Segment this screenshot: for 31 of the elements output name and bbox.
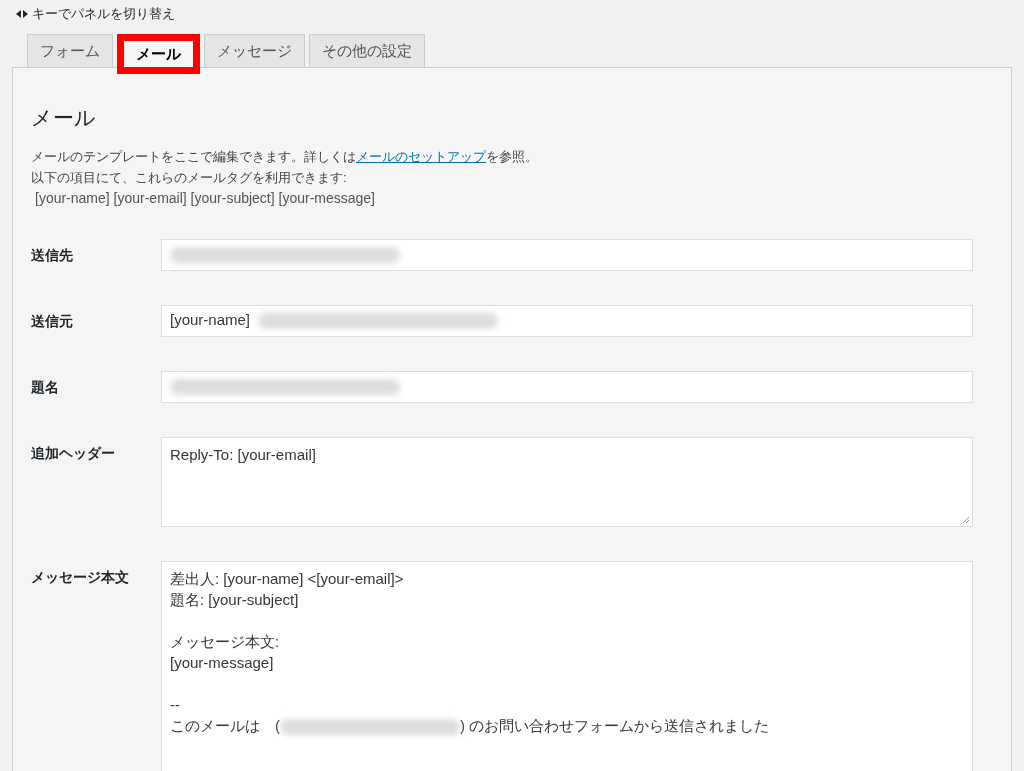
resize-handle-icon[interactable] [962, 515, 970, 524]
field-label: メッセージ本文 [31, 567, 130, 587]
tab[interactable]: メッセージ [204, 34, 305, 67]
mail-tags: [your-name] [your-email] [your-subject] [your-message] [31, 187, 1011, 209]
panel-title: メール [31, 105, 97, 131]
text-line: 差出人: [your-name] <[your-email]> [170, 568, 404, 589]
input-value: [your-name] [170, 310, 251, 331]
text-line: 題名: [your-subject] [170, 589, 299, 610]
tab[interactable]: フォーム [27, 34, 113, 67]
tab[interactable]: メール [117, 34, 200, 74]
tab[interactable]: その他の設定 [309, 34, 425, 67]
text-line: メッセージ本文: [170, 631, 280, 652]
field-label: 送信元 [31, 311, 74, 331]
text-line: -- [170, 694, 180, 715]
field-label: 送信先 [31, 245, 74, 265]
field-label: 追加ヘッダー [31, 443, 116, 463]
text-input[interactable]: [your-name] [161, 304, 973, 337]
panel-description: メールのテンプレートをここで編集できます。詳しくはメールのセットアップを参照。 [31, 147, 539, 166]
text-line: ) のお問い合わせフォームから送信されました [460, 715, 770, 736]
field-label: 題名 [31, 377, 60, 397]
tags-intro: 以下の項目にて、これらのメールタグを利用できます: [31, 168, 348, 187]
text-area[interactable]: 差出人: [your-name] <[your-email]> 題名: [your-subject] メッセージ本文: [your-message] -- このメールは ( ) のお問い合わせフォームから送信されました [161, 560, 973, 771]
keyboard-hint: キーでパネルを切り替え [32, 5, 175, 24]
left-right-arrows-icon [16, 10, 28, 18]
text-line: Reply-To: [your-email] [170, 444, 316, 465]
text-line: このメールは ( [170, 715, 280, 736]
text-line: [your-message] [170, 652, 274, 673]
text-input[interactable] [161, 238, 973, 271]
text-area[interactable]: Reply-To: [your-email] [161, 436, 973, 527]
mail-setup-link[interactable]: メールのセットアップ [356, 148, 486, 164]
text-input[interactable] [161, 370, 973, 403]
